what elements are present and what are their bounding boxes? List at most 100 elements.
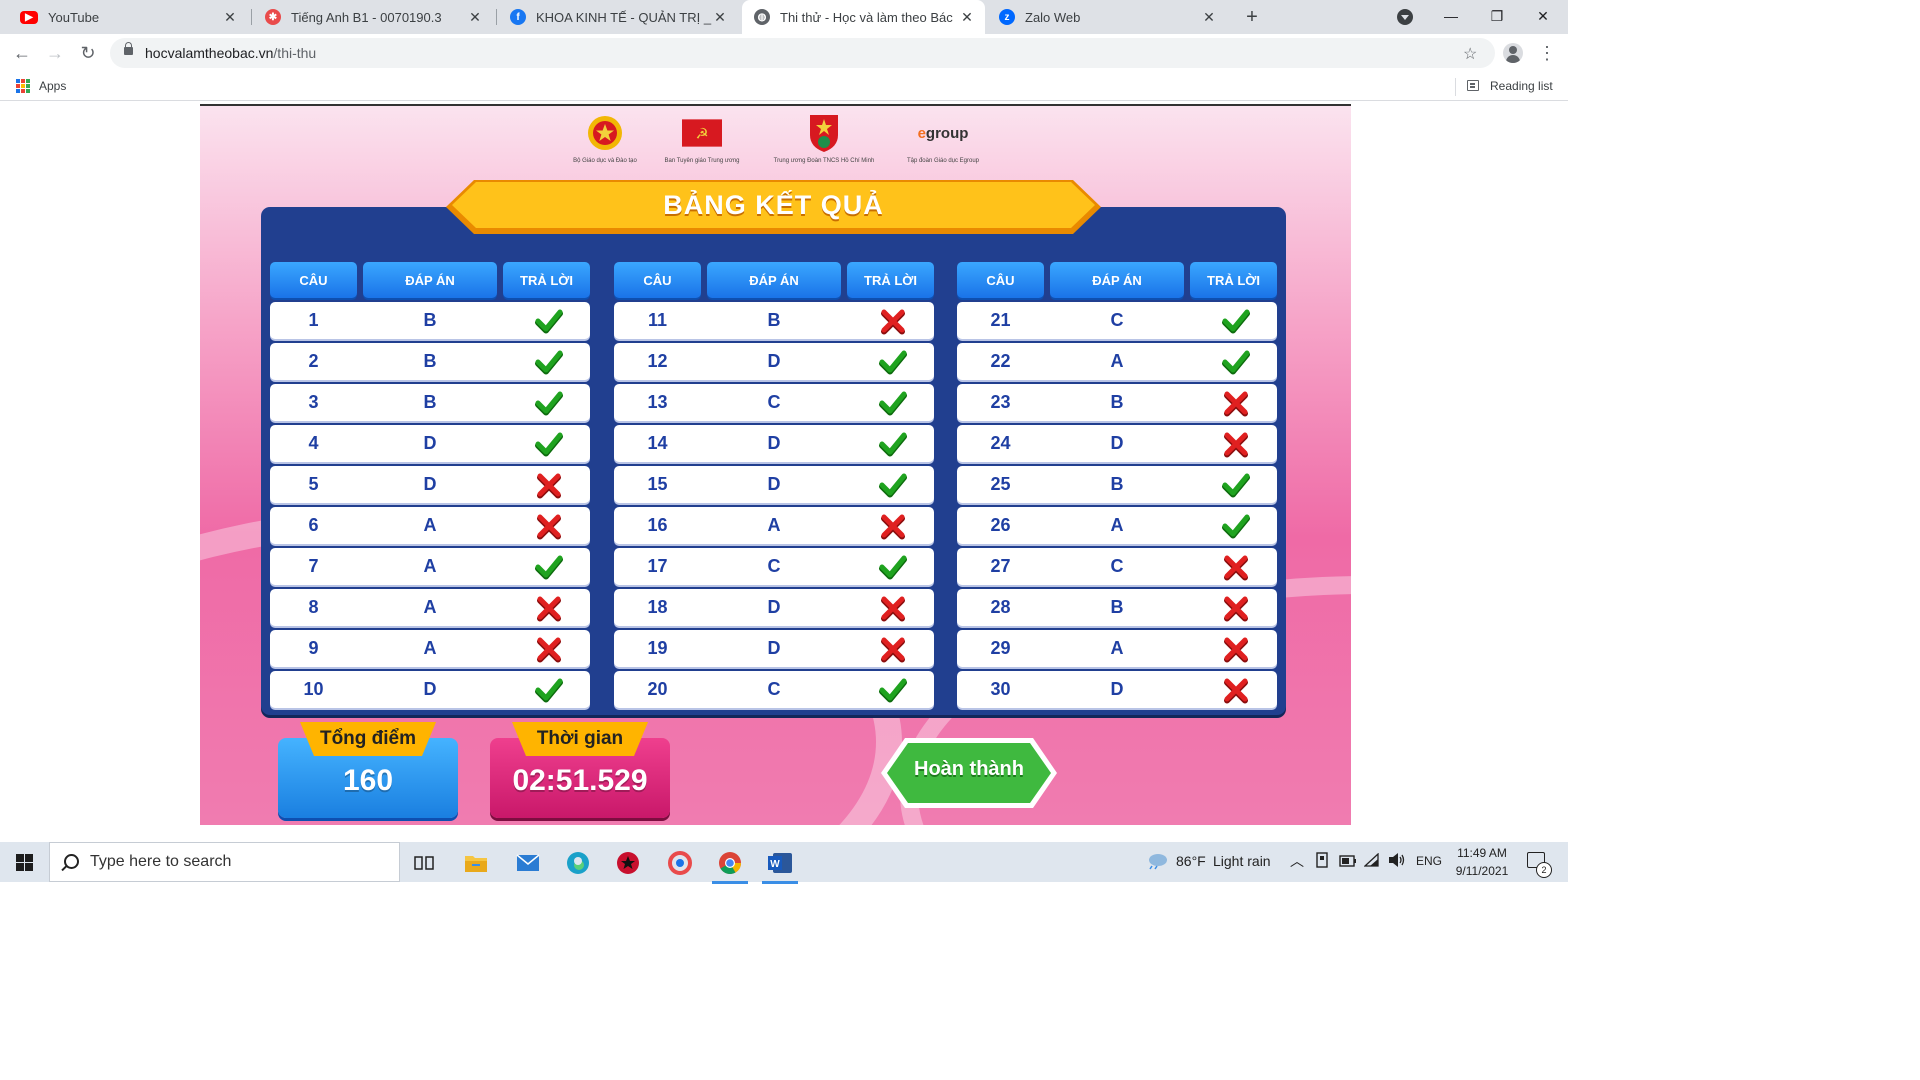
question-number: 22 — [990, 351, 1011, 371]
result-row: 9A — [270, 630, 590, 667]
logo-egroup: egroup Tập đoàn Giáo dục Egroup — [894, 114, 992, 165]
result-row: 30 D — [957, 671, 1277, 708]
window-close-icon[interactable]: ✕ — [1520, 0, 1566, 34]
checkmark-icon — [878, 347, 908, 377]
apps-grid-icon[interactable] — [16, 79, 30, 93]
checkmark-icon — [878, 470, 908, 500]
reading-list-icon[interactable] — [1467, 80, 1479, 91]
mail-icon[interactable] — [506, 848, 550, 878]
answer-letter: B — [1110, 474, 1124, 494]
result-row: 5D — [270, 466, 590, 503]
tab-tieng-anh[interactable]: ✱ Tiếng Anh B1 - 0070190.3 ✕ — [253, 0, 493, 34]
question-number: 17 — [647, 556, 668, 576]
security-app-icon[interactable] — [606, 848, 650, 878]
question-number: 28 — [990, 597, 1011, 617]
tab-search-icon[interactable] — [1397, 9, 1413, 25]
answer-letter: B — [423, 392, 437, 412]
question-number: 1 — [308, 310, 319, 330]
bookmark-star-icon[interactable]: ☆ — [1463, 44, 1477, 64]
file-explorer-icon[interactable] — [454, 848, 498, 878]
browser-menu-icon[interactable]: ⋮ — [1538, 41, 1556, 65]
time-label: Thời gian — [536, 728, 624, 749]
checkmark-icon — [1221, 470, 1251, 500]
address-bar[interactable]: hocvalamtheobac.vn/thi-thu ☆ — [110, 38, 1495, 68]
result-row: 24 D — [957, 425, 1277, 462]
result-row: 23 B — [957, 384, 1277, 421]
apps-bookmark[interactable]: Apps — [39, 79, 66, 93]
result-row: 6A — [270, 507, 590, 544]
question-number: 5 — [308, 474, 319, 494]
time-box: Thời gian 02:51.529 — [490, 722, 670, 818]
tab-facebook[interactable]: f KHOA KINH TẾ - QUẢN TRỊ _DNT ✕ — [498, 0, 738, 34]
tab-zalo[interactable]: z Zalo Web ✕ — [987, 0, 1227, 34]
answer-letter: D — [1110, 433, 1124, 453]
question-number: 8 — [308, 597, 319, 617]
close-tab-icon[interactable]: ✕ — [1201, 9, 1217, 25]
close-tab-icon[interactable]: ✕ — [959, 9, 975, 25]
logo-caption: Ban Tuyên giáo Trung ương — [664, 158, 740, 164]
restore-icon[interactable]: ❐ — [1474, 0, 1520, 34]
edge-browser-icon[interactable] — [556, 848, 600, 878]
finish-button[interactable]: Hoàn thành — [881, 738, 1057, 808]
facebook-icon: f — [510, 9, 526, 25]
answer-letter: D — [767, 597, 781, 617]
cross-icon — [878, 593, 908, 623]
windows-start-icon[interactable] — [16, 854, 33, 871]
question-number: 14 — [647, 433, 668, 453]
close-tab-icon[interactable]: ✕ — [222, 9, 238, 25]
taskbar-search-box[interactable]: Type here to search — [49, 842, 400, 882]
score-label-tag: Tổng điểm — [300, 722, 436, 756]
question-number: 26 — [990, 515, 1011, 535]
battery-icon[interactable] — [1339, 854, 1357, 870]
system-clock[interactable]: 11:49 AM 9/11/2021 — [1448, 844, 1516, 880]
svg-text:☭: ☭ — [695, 126, 708, 142]
input-language[interactable]: ENG — [1416, 854, 1442, 868]
result-row: 17 C — [614, 548, 934, 585]
question-number: 11 — [647, 310, 668, 330]
result-row: 13 C — [614, 384, 934, 421]
weather-temperature[interactable]: 86°F — [1176, 853, 1206, 869]
party-flag-icon: ☭ — [682, 114, 722, 152]
close-tab-icon[interactable]: ✕ — [467, 9, 483, 25]
chevron-up-icon[interactable]: ︿ — [1290, 851, 1304, 871]
weather-icon[interactable] — [1146, 852, 1168, 873]
time-value: 02:51.529 — [512, 764, 648, 797]
question-number: 2 — [308, 351, 319, 371]
result-row: 8A — [270, 589, 590, 626]
forward-icon[interactable]: → — [43, 41, 67, 65]
device-icon[interactable] — [1315, 852, 1329, 871]
volume-icon[interactable] — [1388, 852, 1406, 871]
cross-icon — [534, 511, 564, 541]
back-icon[interactable]: ← — [10, 41, 34, 65]
word-icon[interactable]: W — [758, 848, 802, 884]
reload-icon[interactable]: ↻ — [76, 41, 100, 65]
results-title-banner: BẢNG KẾT QUẢ — [446, 180, 1101, 234]
globe-icon: ◍ — [754, 9, 770, 25]
tab-youtube[interactable]: ▶ YouTube ✕ — [8, 0, 248, 34]
question-number: 15 — [647, 474, 668, 494]
lock-icon[interactable] — [124, 42, 133, 55]
task-view-icon[interactable] — [402, 848, 446, 878]
url-path: /thi-thu — [273, 45, 317, 61]
question-number: 23 — [990, 392, 1011, 412]
browser-toolbar: ← → ↻ hocvalamtheobac.vn/thi-thu ☆ ⋮ — [0, 34, 1568, 72]
minimize-icon[interactable]: — — [1428, 0, 1474, 34]
answer-letter: A — [423, 515, 437, 535]
question-number: 24 — [990, 433, 1011, 453]
wifi-icon[interactable] — [1363, 852, 1380, 870]
score-label: Tổng điểm — [319, 728, 417, 749]
column-header-question: CÂU — [270, 262, 357, 298]
url-text[interactable]: hocvalamtheobac.vn/thi-thu — [145, 45, 316, 61]
chrome-icon[interactable] — [708, 848, 752, 884]
close-tab-icon[interactable]: ✕ — [712, 9, 728, 25]
weather-condition[interactable]: Light rain — [1213, 853, 1271, 869]
reading-list-button[interactable]: Reading list — [1490, 79, 1553, 93]
question-number: 16 — [647, 515, 668, 535]
new-tab-button[interactable]: + — [1240, 5, 1264, 29]
tab-thi-thu[interactable]: ◍ Thi thử - Học và làm theo Bác ✕ — [742, 0, 985, 34]
profile-avatar-icon[interactable] — [1503, 43, 1523, 63]
answer-letter: C — [767, 556, 781, 576]
logo-caption: Tập đoàn Giáo dục Egroup — [906, 158, 980, 164]
app-shortcut-icon[interactable] — [658, 848, 702, 878]
result-row: 22 A — [957, 343, 1277, 380]
